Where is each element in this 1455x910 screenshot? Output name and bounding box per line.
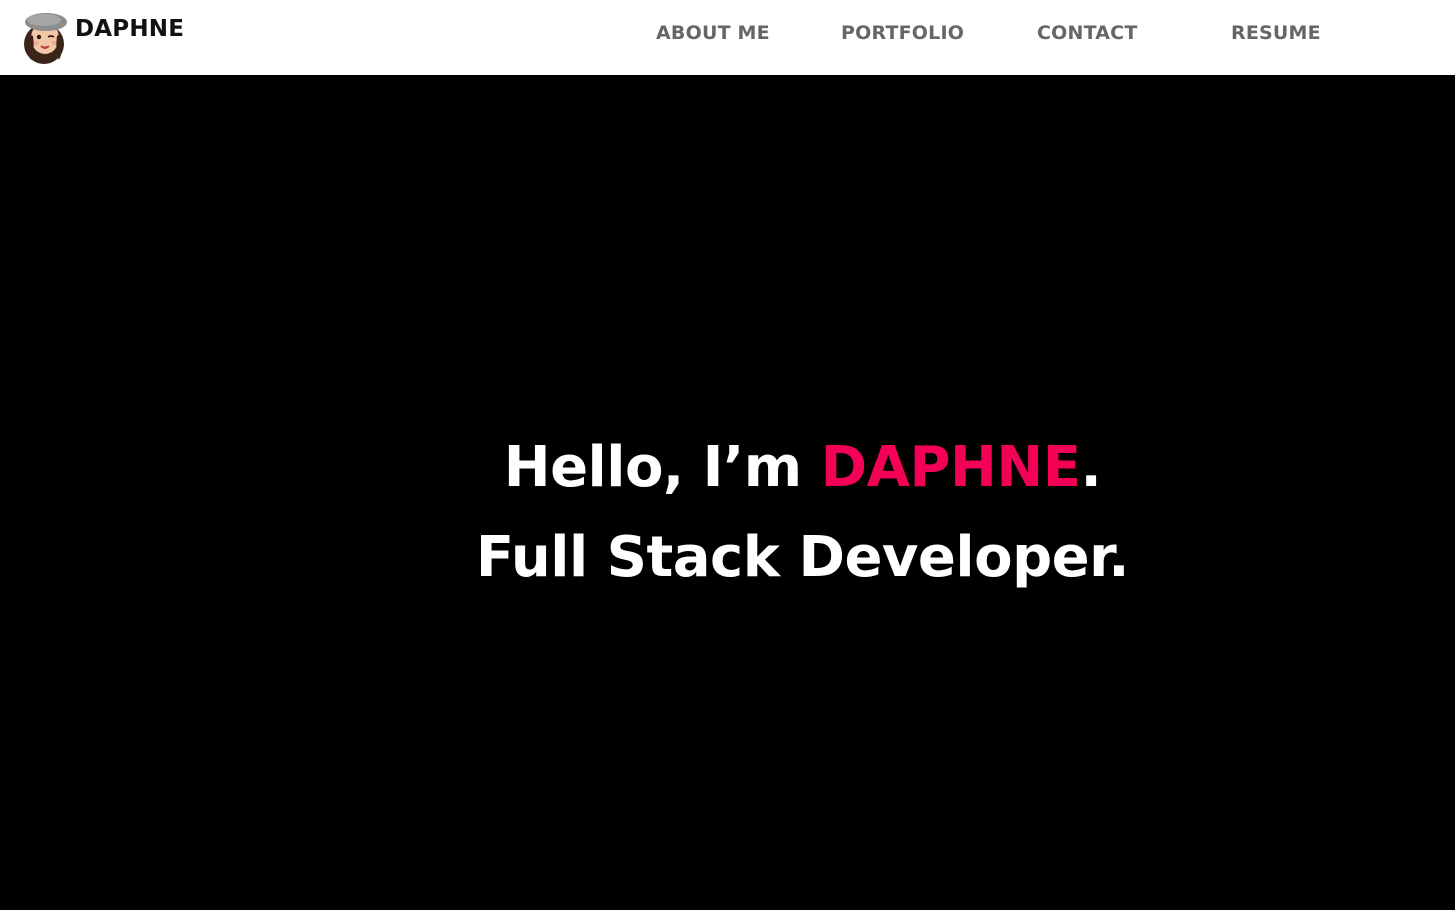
hero-greeting: Hello, I’m DAPHNE. — [0, 435, 1455, 500]
navbar: DAPHNE ABOUT ME PORTFOLIO CONTACT RESUME — [0, 0, 1455, 75]
nav-portfolio[interactable]: PORTFOLIO — [841, 22, 964, 44]
greeting-prefix: Hello, I’m — [503, 435, 821, 500]
hero-section: Hello, I’m DAPHNE. Full Stack Developer. — [0, 75, 1455, 910]
nav-resume[interactable]: RESUME — [1231, 22, 1321, 44]
hero-role: Full Stack Developer. — [475, 525, 1130, 590]
nav-contact[interactable]: CONTACT — [1037, 22, 1138, 44]
brand-link[interactable]: DAPHNE — [20, 8, 184, 68]
greeting-suffix: . — [1080, 435, 1102, 500]
memoji-avatar-icon — [24, 13, 67, 64]
hero-name: DAPHNE — [820, 435, 1081, 500]
nav-about-me[interactable]: ABOUT ME — [656, 22, 770, 44]
brand-name: DAPHNE — [75, 16, 185, 42]
